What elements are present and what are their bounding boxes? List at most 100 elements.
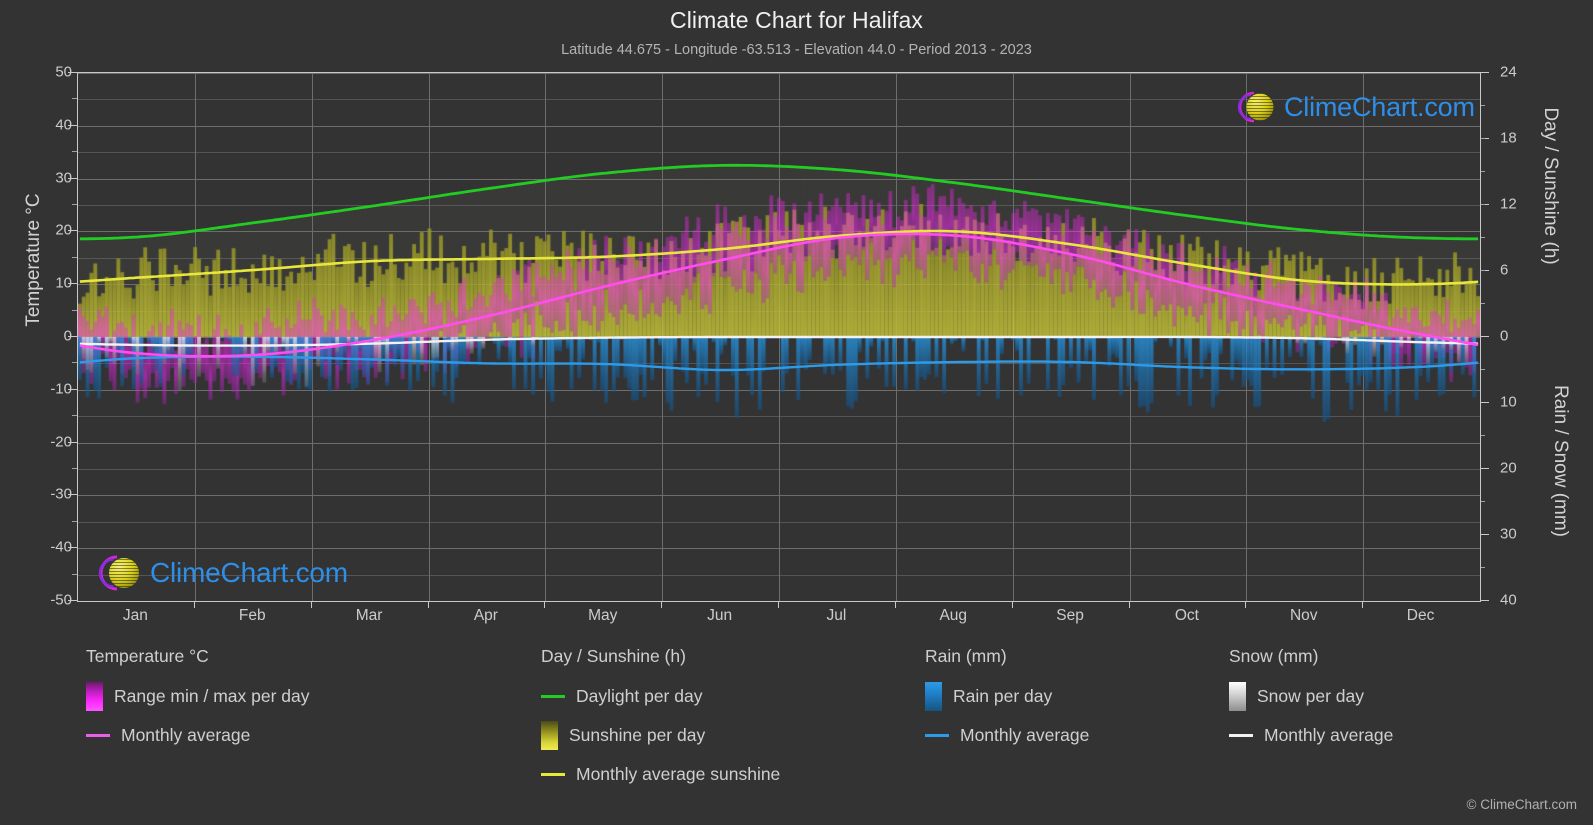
legend-item-label: Range min / max per day [114,685,310,706]
legend-swatch-line-bar [86,733,110,737]
y-axis-left-tick-label: 10 [55,274,72,292]
page-title: Climate Chart for Halifax [669,7,924,33]
legend-swatch-line-bar [541,694,565,698]
legend-heading: Snow (mm) [1229,646,1319,666]
legend-column-rain: Rain (mm) Rain per day Monthly average [925,646,1089,759]
line-monthly-average-sunshine [79,229,1479,286]
legend-item[interactable]: Monthly average [86,720,310,750]
climechart-logo-icon [98,555,139,591]
x-axis-tick-label: Oct [1174,607,1199,624]
chart-legend: Temperature °C Range min / max per day Mon… [0,646,1593,816]
watermark-text: ClimeChart.com [150,557,348,588]
y-axis-left-tick-label: 40 [55,116,72,134]
legend-swatch-line [86,733,110,737]
x-axis-tick-label: Aug [939,607,968,624]
legend-item[interactable]: Rain per day [925,681,1089,711]
y-axis-right-tick-mark [1480,72,1489,73]
line-snow-monthly-average [79,335,1479,347]
climate-chart-page: Climate Chart for Halifax Latitude 44.67… [0,0,1593,825]
watermark-logo-bottom: ClimeChart.com [88,548,348,598]
legend-item-label: Monthly average [1264,724,1394,745]
watermark-text: ClimeChart.com [1284,91,1475,122]
legend-item[interactable]: Sunshine per day [541,720,780,750]
y-axis-right-top-tick-label: 0 [1500,327,1509,345]
legend-swatch-line [925,733,949,737]
x-axis-tick-label: Sep [1056,607,1084,624]
legend-column-daysun: Day / Sunshine (h) Daylight per day Sunshi… [541,646,780,798]
y-axis-left-tick-mark [68,600,77,601]
climechart-logo-icon [1237,91,1274,123]
y-axis-left-tick-mark [68,125,77,126]
legend-heading: Rain (mm) [925,646,1007,666]
y-axis-left-tick-mark [68,178,77,179]
y-axis-right-tick-mark [1480,534,1489,535]
chart-plot-area: ClimeChart.com ClimeChart.com [77,72,1481,602]
y-axis-right-top-tick-label: 6 [1500,261,1509,279]
legend-heading: Day / Sunshine (h) [541,646,686,666]
y-axis-left-tick-label: 20 [55,221,72,239]
legend-item[interactable]: Monthly average sunshine [541,759,780,789]
y-axis-right-top-tick-label: 18 [1500,129,1517,147]
x-axis-tick-label: Dec [1406,607,1435,624]
page-subtitle: Latitude 44.675 - Longitude -63.513 - El… [561,42,1032,58]
legend-item-label: Rain per day [953,685,1053,706]
x-axis-tick-label: Nov [1289,607,1318,624]
y-axis-left-tick-mark [68,336,77,337]
y-axis-right-bottom-tick-label: 20 [1500,459,1517,477]
legend-swatch-box [86,681,103,711]
y-axis-right-top-tick-label: 12 [1500,195,1517,213]
gridline-horizontal [78,601,1480,602]
x-axis-tick-label: Jul [826,607,847,624]
y-axis-left-tick-label: 0 [63,327,72,345]
x-axis-tick-label: Jun [707,607,733,624]
y-axis-right-tick-mark [1480,468,1489,469]
legend-swatch-line-bar [925,733,949,737]
copyright-text: © ClimeChart.com [1466,797,1577,812]
y-axis-left-tick-label: 30 [55,169,72,187]
legend-column-snow: Snow (mm) Snow per day Monthly average [1229,646,1393,759]
legend-item-label: Monthly average [121,724,251,745]
legend-item[interactable]: Monthly average [1229,720,1393,750]
legend-swatch-box [925,681,942,711]
legend-item[interactable]: Monthly average [925,720,1089,750]
y-axis-left-tick-mark [68,442,77,443]
y-axis-right-tick-mark [1480,600,1489,601]
legend-item[interactable]: Snow per day [1229,681,1393,711]
legend-swatch-box [1229,681,1246,711]
legend-swatch-box [541,720,558,750]
y-axis-left-tick-label: 50 [55,63,72,81]
line-rain-monthly-average [79,355,1479,372]
legend-item-label: Sunshine per day [569,724,706,745]
legend-item-label: Monthly average sunshine [576,763,781,784]
legend-item-label: Daylight per day [576,685,703,706]
legend-swatch-line-bar [541,772,565,776]
y-axis-right-tick-mark [1480,336,1489,337]
legend-heading: Temperature °C [86,646,209,666]
legend-item-label: Monthly average [960,724,1090,745]
x-axis-tick-label: Feb [238,607,266,624]
y-axis-right-bottom-tick-label: 40 [1500,591,1517,609]
x-axis-tick-label: Jan [122,607,148,624]
legend-swatch-line [1229,733,1253,737]
x-axis-tick-label: Mar [355,607,383,624]
legend-swatch-line-bar [1229,733,1253,737]
y-axis-left-tick-label: -20 [50,433,72,451]
legend-item[interactable]: Daylight per day [541,681,780,711]
y-axis-left-tick-mark [68,72,77,73]
y-axis-left-tick-label: -40 [50,538,72,556]
legend-item[interactable]: Range min / max per day [86,681,310,711]
y-axis-left-tick-mark [68,494,77,495]
y-axis-left-tick-label: -50 [50,591,72,609]
y-axis-left-tick-label: -30 [50,485,72,503]
y-axis-left-tick-label: -10 [50,380,72,398]
y-axis-left-tick-mark [68,547,77,548]
y-axis-right-bottom-tick-label: 10 [1500,393,1517,411]
x-axis-tick-label: Apr [473,607,498,624]
series-lines [79,163,1479,372]
y-axis-left-tick-mark [68,283,77,284]
legend-item-label: Snow per day [1257,685,1365,706]
y-axis-right-bottom-tick-label: 30 [1500,525,1517,543]
x-axis-tick-label: May [588,607,618,624]
y-axis-left-tick-mark [68,389,77,390]
y-axis-left-tick-mark [68,230,77,231]
